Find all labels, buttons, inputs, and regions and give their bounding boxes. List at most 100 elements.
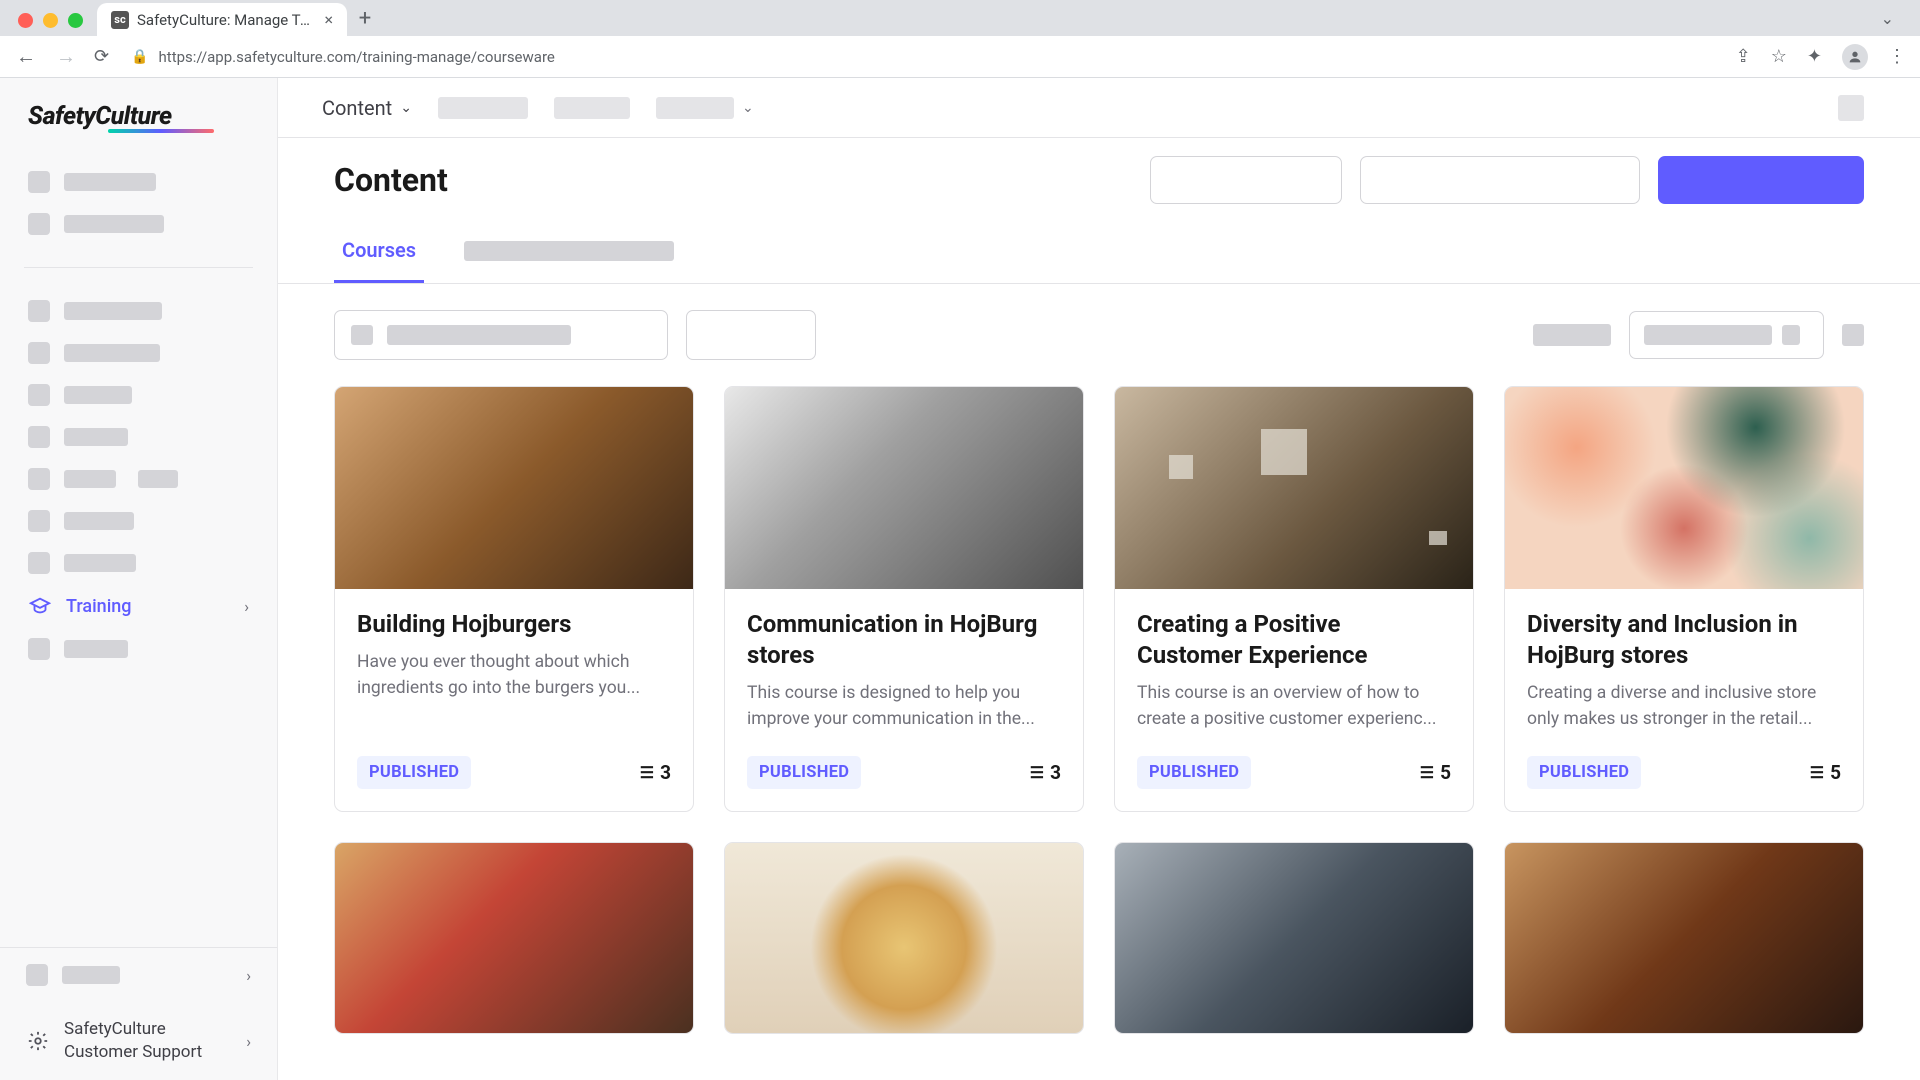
view-toggle[interactable] bbox=[1842, 324, 1864, 346]
filter-dropdown[interactable] bbox=[686, 310, 816, 360]
nav-item-placeholder[interactable] bbox=[20, 542, 257, 584]
course-description: This course is designed to help you impr… bbox=[747, 681, 1061, 732]
nav-item-placeholder[interactable] bbox=[20, 458, 257, 500]
logo-text: SafetyCulture bbox=[28, 102, 249, 131]
nav-label-training: Training bbox=[66, 596, 230, 617]
courses-grid: Building Hojburgers Have you ever though… bbox=[278, 386, 1920, 1074]
course-title: Diversity and Inclusion in HojBurg store… bbox=[1527, 609, 1841, 671]
nav-item-placeholder[interactable] bbox=[20, 332, 257, 374]
sort-dropdown[interactable] bbox=[1629, 311, 1824, 359]
header-button-1[interactable] bbox=[1150, 156, 1342, 204]
app-root: SafetyCulture Training › bbox=[0, 78, 1920, 1080]
course-card[interactable]: Creating a Positive Customer Experience … bbox=[1114, 386, 1474, 812]
chevron-right-icon: › bbox=[246, 966, 251, 985]
url-field[interactable]: 🔒 https://app.safetyculture.com/training… bbox=[125, 48, 1720, 66]
page-title: Content bbox=[334, 161, 448, 199]
course-card[interactable]: Building Hojburgers Have you ever though… bbox=[334, 386, 694, 812]
nav-item-support[interactable]: SafetyCulture Customer Support › bbox=[0, 1002, 277, 1080]
share-icon[interactable]: ⇪ bbox=[1736, 46, 1751, 67]
forward-button[interactable]: → bbox=[54, 44, 78, 69]
extensions-icon[interactable]: ✦ bbox=[1807, 46, 1822, 67]
status-badge: PUBLISHED bbox=[357, 756, 471, 789]
tab-courses[interactable]: Courses bbox=[334, 222, 424, 283]
topbar-content-dropdown[interactable]: Content ⌄ bbox=[322, 96, 412, 120]
course-description: Creating a diverse and inclusive store o… bbox=[1527, 681, 1841, 732]
gear-icon bbox=[26, 1029, 50, 1053]
page-header: Content bbox=[278, 138, 1920, 222]
nav-item-placeholder[interactable] bbox=[20, 161, 257, 203]
tab-favicon: sc bbox=[111, 11, 129, 29]
nav-item-training[interactable]: Training › bbox=[20, 584, 257, 628]
course-card[interactable] bbox=[1114, 842, 1474, 1034]
course-title: Building Hojburgers bbox=[357, 609, 671, 640]
chevron-down-icon: ⌄ bbox=[742, 100, 754, 116]
tabs-dropdown-icon[interactable]: ⌄ bbox=[1867, 1, 1908, 36]
lesson-count: ☰ 5 bbox=[1420, 761, 1451, 784]
back-button[interactable]: ← bbox=[14, 44, 38, 69]
search-filter[interactable] bbox=[334, 310, 668, 360]
list-icon: ☰ bbox=[1030, 763, 1044, 782]
tab-courses-label: Courses bbox=[342, 238, 416, 262]
nav-item-placeholder[interactable] bbox=[20, 628, 257, 670]
nav-item-placeholder-bottom[interactable]: › bbox=[0, 948, 277, 1002]
course-description: This course is an overview of how to cre… bbox=[1137, 681, 1451, 732]
tab-close-icon[interactable]: × bbox=[324, 10, 333, 29]
course-card[interactable]: Communication in HojBurg stores This cou… bbox=[724, 386, 1084, 812]
chevron-right-icon: › bbox=[244, 597, 249, 616]
topbar-item-placeholder-dropdown[interactable]: ⌄ bbox=[656, 97, 754, 119]
course-card[interactable] bbox=[1504, 842, 1864, 1034]
profile-avatar-icon[interactable] bbox=[1842, 44, 1868, 70]
course-card[interactable] bbox=[724, 842, 1084, 1034]
course-thumbnail bbox=[335, 843, 693, 1033]
course-title: Communication in HojBurg stores bbox=[747, 609, 1061, 671]
nav-item-placeholder[interactable] bbox=[20, 416, 257, 458]
url-text: https://app.safetyculture.com/training-m… bbox=[159, 48, 555, 66]
nav-item-placeholder[interactable] bbox=[20, 290, 257, 332]
minimize-window-button[interactable] bbox=[43, 13, 58, 28]
browser-chrome: sc SafetyCulture: Manage Teams and ... ×… bbox=[0, 0, 1920, 78]
nav-section-1 bbox=[0, 153, 277, 253]
status-badge: PUBLISHED bbox=[747, 756, 861, 789]
tab-title: SafetyCulture: Manage Teams and ... bbox=[137, 11, 316, 29]
nav-section-2: Training › bbox=[0, 282, 277, 678]
header-button-primary[interactable] bbox=[1658, 156, 1864, 204]
reload-button[interactable]: ⟳ bbox=[94, 46, 109, 67]
header-button-2[interactable] bbox=[1360, 156, 1640, 204]
bookmark-icon[interactable]: ☆ bbox=[1771, 46, 1787, 67]
course-card[interactable]: Diversity and Inclusion in HojBurg store… bbox=[1504, 386, 1864, 812]
course-title: Creating a Positive Customer Experience bbox=[1137, 609, 1451, 671]
list-icon: ☰ bbox=[1810, 763, 1824, 782]
course-thumbnail bbox=[335, 387, 693, 589]
course-thumbnail bbox=[725, 843, 1083, 1033]
topbar-right-placeholder[interactable] bbox=[1838, 95, 1864, 121]
close-window-button[interactable] bbox=[18, 13, 33, 28]
sidebar: SafetyCulture Training › bbox=[0, 78, 278, 1080]
lock-icon: 🔒 bbox=[131, 49, 148, 65]
tab-placeholder[interactable] bbox=[464, 241, 674, 261]
course-thumbnail bbox=[725, 387, 1083, 589]
sidebar-bottom: › SafetyCulture Customer Support › bbox=[0, 947, 277, 1080]
course-card[interactable] bbox=[334, 842, 694, 1034]
maximize-window-button[interactable] bbox=[68, 13, 83, 28]
browser-menu-icon[interactable]: ⋮ bbox=[1888, 46, 1906, 67]
lesson-count: ☰ 3 bbox=[640, 761, 671, 784]
course-thumbnail bbox=[1115, 843, 1473, 1033]
topbar-item-placeholder[interactable] bbox=[438, 97, 528, 119]
nav-divider bbox=[24, 267, 253, 268]
course-description: Have you ever thought about which ingred… bbox=[357, 650, 671, 701]
nav-item-placeholder[interactable] bbox=[20, 374, 257, 416]
nav-item-placeholder[interactable] bbox=[20, 203, 257, 245]
address-bar: ← → ⟳ 🔒 https://app.safetyculture.com/tr… bbox=[0, 36, 1920, 78]
tab-bar: sc SafetyCulture: Manage Teams and ... ×… bbox=[0, 0, 1920, 36]
graduation-cap-icon bbox=[28, 594, 52, 618]
topbar-item-placeholder[interactable] bbox=[554, 97, 630, 119]
new-tab-button[interactable]: + bbox=[347, 0, 383, 36]
topbar: Content ⌄ ⌄ bbox=[278, 78, 1920, 138]
browser-tab[interactable]: sc SafetyCulture: Manage Teams and ... × bbox=[97, 3, 347, 36]
window-controls bbox=[12, 13, 97, 36]
list-icon: ☰ bbox=[1420, 763, 1434, 782]
status-badge: PUBLISHED bbox=[1527, 756, 1641, 789]
chevron-right-icon: › bbox=[246, 1032, 251, 1051]
nav-item-placeholder[interactable] bbox=[20, 500, 257, 542]
chevron-down-icon: ⌄ bbox=[400, 100, 412, 116]
